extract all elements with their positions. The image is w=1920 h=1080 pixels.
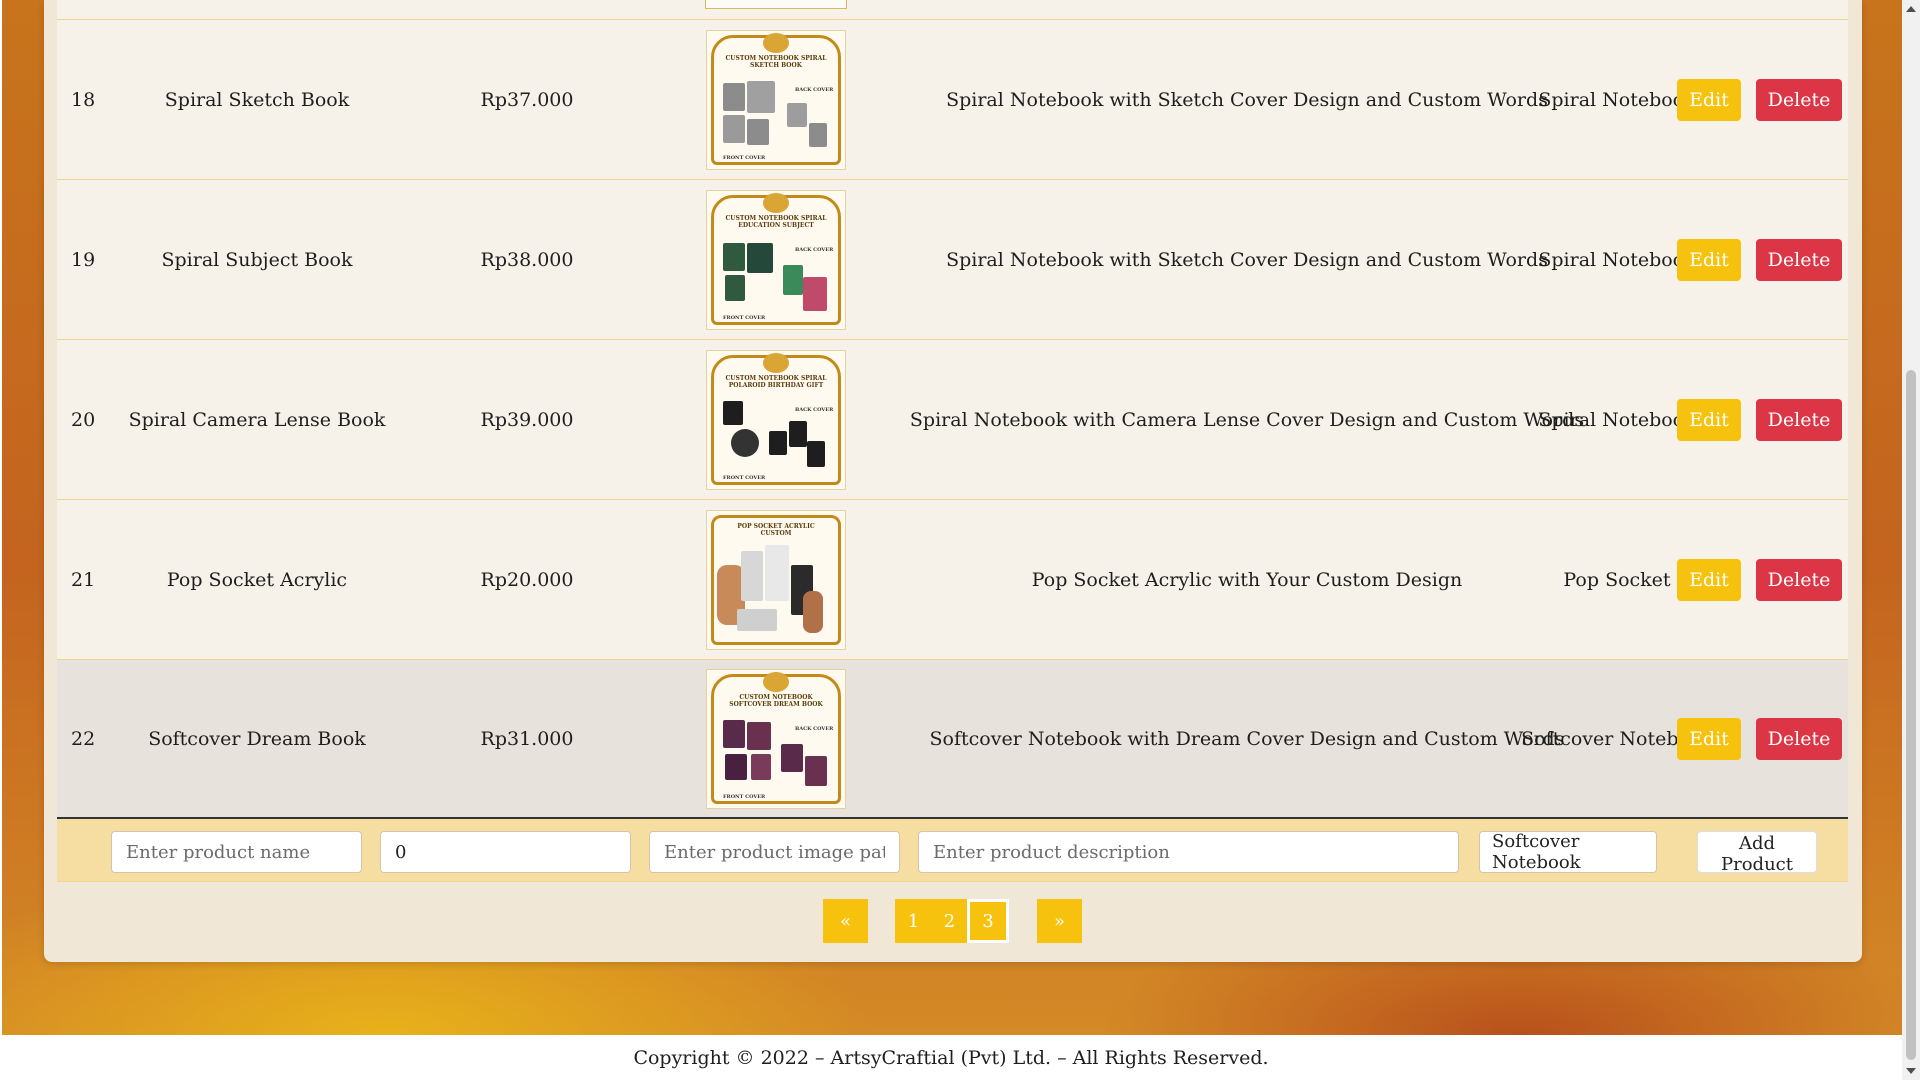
product-id: 20 (71, 408, 96, 431)
delete-cell: Delete (1755, 20, 1843, 179)
delete-button[interactable]: Delete (1755, 78, 1843, 121)
table-row: 20 Spiral Camera Lense Book Rp39.000 CUS… (57, 339, 1848, 499)
scrollbar-thumb[interactable] (1906, 370, 1916, 1060)
previous-row-image (705, 0, 847, 9)
delete-cell: Delete (1755, 500, 1843, 659)
product-image: CUSTOM NOTEBOOK SPIRAL EDUCATION SUBJECT… (706, 189, 846, 330)
product-image: CUSTOM NOTEBOOK SPIRAL SKETCH BOOK BACK … (706, 29, 846, 170)
product-image-cell: CUSTOM NOTEBOOK SPIRAL SKETCH BOOK BACK … (705, 20, 847, 179)
edit-button[interactable]: Edit (1677, 238, 1741, 281)
product-id: 19 (71, 248, 96, 271)
scroll-up-arrow-icon[interactable] (1906, 6, 1916, 12)
delete-button[interactable]: Delete (1755, 717, 1843, 760)
category-select[interactable]: Softcover Notebook (1479, 831, 1657, 873)
product-image-cell: CUSTOM NOTEBOOK SOFTCOVER DREAM BOOK BAC… (705, 660, 847, 817)
edit-button[interactable]: Edit (1677, 398, 1741, 441)
add-product-button[interactable]: Add Product (1697, 831, 1817, 875)
product-price: Rp39.000 (480, 408, 574, 431)
product-description-input[interactable] (918, 831, 1459, 873)
product-image: CUSTOM NOTEBOOK SPIRAL POLAROID BIRTHDAY… (706, 349, 846, 490)
product-name-input[interactable] (111, 831, 362, 873)
product-price: Rp37.000 (480, 88, 574, 111)
edit-cell: Edit (1677, 660, 1741, 817)
delete-cell: Delete (1755, 180, 1843, 339)
last-page-button[interactable]: » (1037, 899, 1082, 943)
product-name: Spiral Camera Lense Book (128, 408, 386, 431)
edit-cell: Edit (1677, 180, 1741, 339)
pagination: « 1 2 3 » (0, 899, 1920, 945)
product-id: 21 (71, 568, 96, 591)
product-image-cell: POP SOCKET ACRYLIC CUSTOM (705, 500, 847, 659)
product-name: Softcover Dream Book (148, 727, 366, 750)
footer-copyright: Copyright © 2022 – ArtsyCraftial (Pvt) L… (0, 1035, 1902, 1080)
product-image-cell: CUSTOM NOTEBOOK SPIRAL POLAROID BIRTHDAY… (705, 340, 847, 499)
table-row: 22 Softcover Dream Book Rp31.000 CUSTOM … (57, 659, 1848, 817)
product-image-cell: CUSTOM NOTEBOOK SPIRAL EDUCATION SUBJECT… (705, 180, 847, 339)
delete-button[interactable]: Delete (1755, 398, 1843, 441)
product-id: 18 (71, 88, 96, 111)
scroll-down-arrow-icon[interactable] (1906, 1068, 1916, 1074)
edit-cell: Edit (1677, 20, 1741, 179)
edit-cell: Edit (1677, 500, 1741, 659)
product-price: Rp38.000 (480, 248, 574, 271)
page-1-button[interactable]: 1 (895, 899, 932, 943)
product-name: Spiral Subject Book (161, 248, 353, 271)
product-image: CUSTOM NOTEBOOK SOFTCOVER DREAM BOOK BAC… (706, 668, 846, 809)
delete-button[interactable]: Delete (1755, 558, 1843, 601)
delete-cell: Delete (1755, 660, 1843, 817)
product-price-input[interactable] (380, 831, 631, 873)
product-name: Spiral Sketch Book (164, 88, 350, 111)
edit-button[interactable]: Edit (1677, 558, 1741, 601)
vertical-scrollbar[interactable] (1902, 0, 1920, 1080)
page-2-button[interactable]: 2 (931, 899, 968, 943)
edit-button[interactable]: Edit (1677, 78, 1741, 121)
product-image-input[interactable] (649, 831, 900, 873)
delete-cell: Delete (1755, 340, 1843, 499)
previous-row-edge (57, 0, 1848, 20)
product-image: POP SOCKET ACRYLIC CUSTOM (706, 509, 846, 650)
product-name: Pop Socket Acrylic (166, 568, 348, 591)
edit-cell: Edit (1677, 340, 1741, 499)
table-row: 19 Spiral Subject Book Rp38.000 CUSTOM N… (57, 179, 1848, 339)
product-price: Rp31.000 (480, 727, 574, 750)
first-page-button[interactable]: « (823, 899, 868, 943)
table-row: 21 Pop Socket Acrylic Rp20.000 POP SOCKE… (57, 499, 1848, 659)
product-price: Rp20.000 (480, 568, 574, 591)
page-3-button[interactable]: 3 (967, 899, 1009, 943)
product-id: 22 (71, 727, 96, 750)
delete-button[interactable]: Delete (1755, 238, 1843, 281)
edit-button[interactable]: Edit (1677, 717, 1741, 760)
add-product-form: Softcover Notebook Add Product (57, 817, 1848, 882)
table-row: 18 Spiral Sketch Book Rp37.000 CUSTOM NO… (57, 19, 1848, 179)
